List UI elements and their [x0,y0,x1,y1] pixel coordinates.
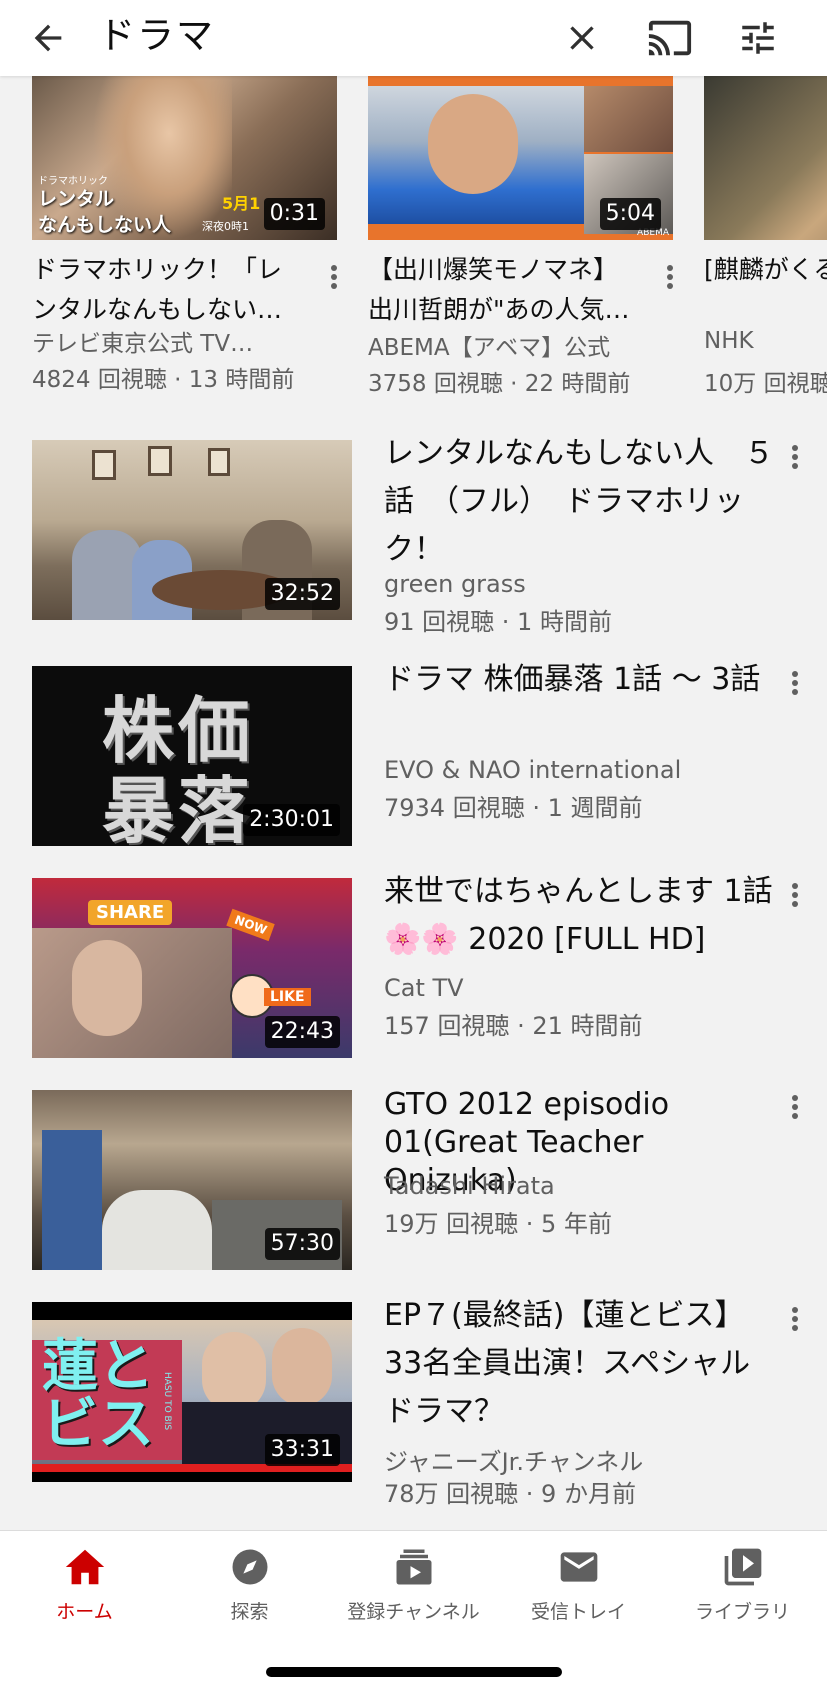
search-query[interactable]: ドラマ [98,8,215,64]
shelf-video-card[interactable]: ABEMA 5:04 【出川爆笑モノマネ】出川哲朗が"あの人気… ABEMA【ア… [368,76,673,397]
shelf-video-card[interactable]: ドラマホリック レンタル なんもしない人 5月1 深夜0時1 0:31 ドラマホ… [32,76,337,393]
channel-name[interactable]: green grass [384,570,526,598]
channel-name[interactable]: EVO & NAO international [384,756,681,784]
video-duration: 22:43 [264,1016,340,1048]
thumb-caption: 暴落 [102,768,255,846]
thumb-caption: 深夜0時1 [202,220,249,233]
mail-icon [560,1552,597,1582]
video-meta: 3758 回視聴 · 22 時間前 [368,371,631,397]
video-title[interactable]: EP７(最終話)【蓮とビス】33名全員出演！スペシャルドラマ？ [384,1292,774,1436]
video-meta: 7934 回視聴 · 1 週間前 [384,794,643,822]
back-button[interactable] [20,10,76,66]
video-duration: 5:04 [599,198,661,230]
video-duration: 2:30:01 [243,804,340,836]
horizontal-shelf: ドラマホリック レンタル なんもしない人 5月1 深夜0時1 0:31 ドラマホ… [0,76,827,416]
video-result-row[interactable]: 株価 暴落 2:30:01 ドラマ 株価暴落 1話 ～ 3話 EVO & NAO… [0,656,827,856]
filter-sliders-icon [742,22,774,54]
video-meta: 91 回視聴 · 1 時間前 [384,608,612,636]
library-icon [724,1548,761,1586]
thumb-caption: なんもしない人 [38,214,172,236]
video-thumbnail[interactable]: SHARE NOW LIKE 22:43 [32,878,352,1058]
video-duration: 57:30 [264,1228,340,1260]
channel-name[interactable]: ジャニーズJr.チャンネル [384,1442,643,1477]
nav-label: 登録チャンネル [347,1601,480,1623]
nav-label: ライブラリ [694,1601,790,1623]
close-icon [570,26,594,50]
home-icon [65,1549,104,1585]
nav-label: ホーム [56,1601,113,1623]
nav-label: 受信トレイ [530,1601,626,1623]
video-result-row[interactable]: 57:30 GTO 2012 episodio 01(Great Teacher… [0,1080,827,1280]
search-header: ドラマ [0,0,827,76]
video-meta: 19万 回視聴 · 5 年前 [384,1210,612,1238]
thumb-caption: LIKE [264,988,311,1006]
video-result-row[interactable]: SHARE NOW LIKE 22:43 来世ではちゃんとします 1話 🌸🌸 2… [0,868,827,1068]
channel-name[interactable]: Tadashi Hirata [384,1172,555,1200]
cast-icon [648,20,692,56]
video-thumbnail[interactable]: 株価 暴落 2:30:01 [32,666,352,846]
video-title[interactable]: ドラマ 株価暴落 1話 ～ 3話 [384,656,774,704]
video-title[interactable]: ドラマホリック！「レンタルなんもしない… [32,250,302,330]
video-meta: 10万 回視聴 [704,371,827,397]
video-thumbnail[interactable] [704,76,827,240]
clear-search-button[interactable] [554,10,610,66]
nav-library[interactable]: ライブラリ [660,1543,825,1633]
video-meta: 157 回視聴 · 21 時間前 [384,1012,643,1040]
thumb-caption: NOW [226,908,276,942]
thumb-caption: SHARE [88,900,173,925]
more-options-button[interactable] [785,1302,805,1336]
compass-icon [232,1549,267,1585]
video-result-row[interactable]: 蓮と ビス HASU TO BIS 33:31 EP７(最終話)【蓮とビス】33… [0,1292,827,1508]
more-options-button[interactable] [785,1090,805,1124]
back-arrow-icon [34,24,62,52]
channel-name[interactable]: NHK [704,328,754,354]
nav-label: 探索 [230,1601,269,1623]
nav-home[interactable]: ホーム [2,1543,167,1633]
nav-inbox[interactable]: 受信トレイ [496,1543,661,1633]
video-meta: 4824 回視聴 · 13 時間前 [32,367,295,393]
more-options-button[interactable] [324,260,344,294]
channel-name[interactable]: テレビ東京公式 TV… [32,324,253,358]
video-duration: 0:31 [263,198,325,230]
video-title[interactable]: レンタルなんもしない人 ５話 （フル） ドラマホリック！ [384,430,774,574]
cast-button[interactable] [642,10,698,66]
video-thumbnail[interactable]: ABEMA 5:04 [368,76,673,240]
video-result-row[interactable]: 32:52 レンタルなんもしない人 ５話 （フル） ドラマホリック！ green… [0,430,827,636]
video-title[interactable]: 【出川爆笑モノマネ】出川哲朗が"あの人気… [368,250,638,330]
nav-explore[interactable]: 探索 [167,1543,332,1633]
thumb-caption: HASU TO BIS [162,1372,172,1431]
video-title[interactable]: 来世ではちゃんとします 1話 🌸🌸 2020 [FULL HD] [384,868,774,964]
home-indicator[interactable] [266,1667,562,1677]
channel-name[interactable]: ABEMA【アベマ】公式 [368,328,610,362]
video-thumbnail[interactable]: ドラマホリック レンタル なんもしない人 5月1 深夜0時1 0:31 [32,76,337,240]
video-duration: 33:31 [264,1434,340,1466]
thumb-caption: 5月1 [222,194,261,213]
more-options-button[interactable] [660,260,680,294]
more-options-button[interactable] [785,878,805,912]
video-thumbnail[interactable]: 32:52 [32,440,352,620]
video-thumbnail[interactable]: 蓮と ビス HASU TO BIS 33:31 [32,1302,352,1482]
video-meta: 78万 回視聴 · 9 か月前 [384,1480,636,1508]
thumb-caption: 蓮と [42,1334,154,1399]
video-title[interactable]: [麒麟がくるとめ | 大き [704,250,827,330]
thumb-caption: ビス [42,1392,154,1457]
channel-name[interactable]: Cat TV [384,974,464,1002]
thumb-caption: レンタル [38,188,115,210]
video-duration: 32:52 [264,578,340,610]
more-options-button[interactable] [785,666,805,700]
subscriptions-icon [396,1549,431,1585]
nav-subscriptions[interactable]: 登録チャンネル [331,1543,496,1633]
shelf-video-card[interactable]: [麒麟がくるとめ | 大き NHK 10万 回視聴 [704,76,827,397]
filter-button[interactable] [730,10,786,66]
more-options-button[interactable] [785,440,805,474]
video-thumbnail[interactable]: 57:30 [32,1090,352,1270]
